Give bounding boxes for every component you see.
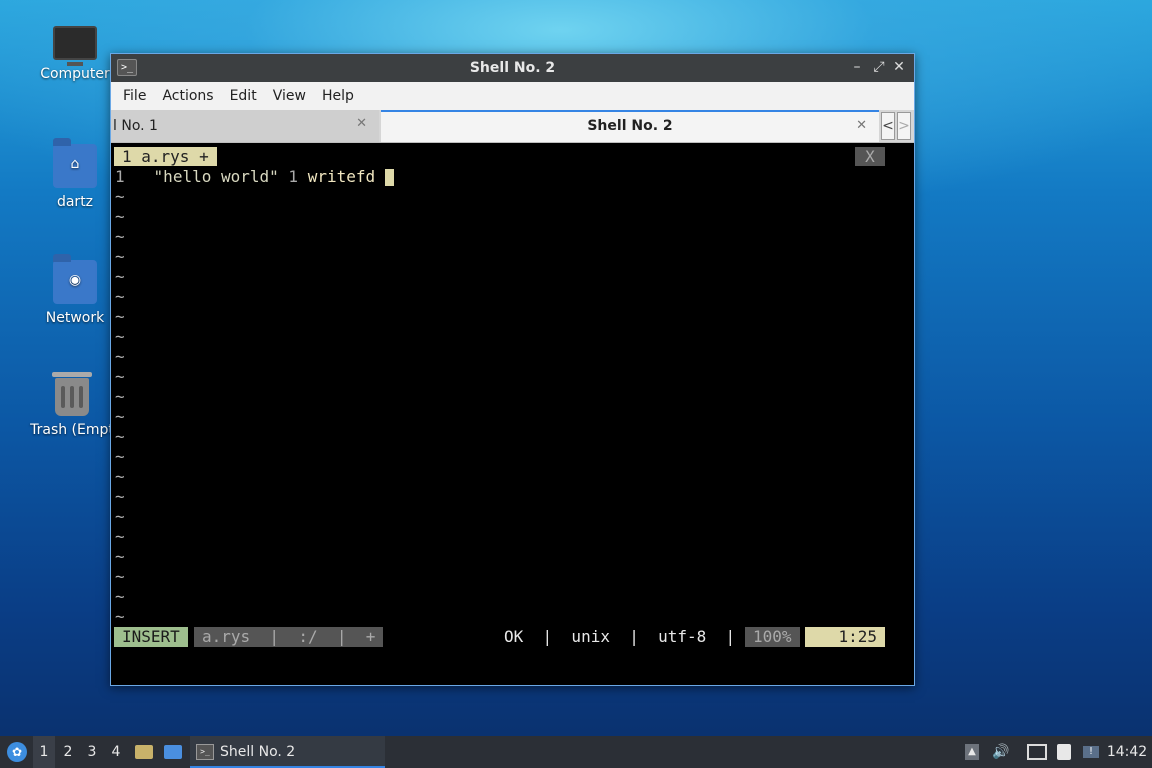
workspace-2[interactable]: 2 <box>57 736 79 768</box>
empty-line-tilde: ~ <box>115 607 125 626</box>
buffer-tabline: 1 a.rys + <box>114 147 217 166</box>
desktop-icon-label: dartz <box>56 194 94 210</box>
computer-icon <box>53 26 97 66</box>
window-title: Shell No. 2 <box>469 60 556 76</box>
empty-line-tilde: ~ <box>115 247 125 266</box>
workspace-4[interactable]: 4 <box>105 736 127 768</box>
taskbar-window-shell-2[interactable]: >_ Shell No. 2 <box>190 736 385 768</box>
terminal-icon: >_ <box>196 744 214 760</box>
volume-icon[interactable]: 🔊 <box>990 736 1012 768</box>
empty-line-tilde: ~ <box>115 407 125 426</box>
line-number: 1 <box>115 167 125 186</box>
menu-view[interactable]: View <box>265 88 314 104</box>
empty-line-tilde: ~ <box>115 207 125 226</box>
menu-file[interactable]: File <box>115 88 154 104</box>
empty-line-tilde: ~ <box>115 327 125 346</box>
empty-line-tilde: ~ <box>115 447 125 466</box>
text-cursor <box>384 169 394 186</box>
workspace-3[interactable]: 3 <box>81 736 103 768</box>
clock[interactable]: 14:42 <box>1106 736 1148 768</box>
code-line: 1 "hello world" 1 writefd <box>115 167 394 187</box>
notification-icon[interactable]: ! <box>1080 736 1102 768</box>
desktop-icon-computer[interactable]: Computer <box>30 22 120 82</box>
desktop-icon-trash[interactable]: Trash (Empt <box>24 372 120 438</box>
tab-shell-2[interactable]: Shell No. 2 ✕ <box>381 110 879 142</box>
mode-indicator: INSERT <box>114 627 188 647</box>
menu-actions[interactable]: Actions <box>154 88 221 104</box>
empty-line-tilde: ~ <box>115 287 125 306</box>
network-folder-icon: ◉ <box>53 254 97 304</box>
desktop-icon-label: Trash (Empt <box>30 422 114 438</box>
taskbar-window-label: Shell No. 2 <box>220 744 296 760</box>
close-icon[interactable]: ✕ <box>891 59 907 75</box>
empty-line-tilde: ~ <box>115 427 125 446</box>
title-bar[interactable]: >_ Shell No. 2 – ⤢ ✕ <box>111 54 914 82</box>
code-number: 1 <box>288 167 299 186</box>
empty-line-tilde: ~ <box>115 567 125 586</box>
menu-bar: File Actions Edit View Help <box>111 82 914 110</box>
tab-close-icon[interactable]: ✕ <box>856 118 867 133</box>
desktop-icon-label: Computer <box>40 66 110 82</box>
empty-line-tilde: ~ <box>115 227 125 246</box>
desktop-icon-label: Network <box>45 310 105 326</box>
minimize-icon[interactable]: – <box>849 59 865 75</box>
app-menu-icon[interactable]: ✿ <box>4 736 30 768</box>
tab-close-icon[interactable]: ✕ <box>356 116 367 131</box>
empty-line-tilde: ~ <box>115 367 125 386</box>
desktop-icon-network[interactable]: ◉ Network <box>30 254 120 326</box>
empty-line-tilde: ~ <box>115 487 125 506</box>
empty-line-tilde: ~ <box>115 527 125 546</box>
empty-line-tilde: ~ <box>115 187 125 206</box>
terminal-area[interactable]: 1 a.rys + X 1 "hello world" 1 writefd ~ ~… <box>111 143 914 685</box>
code-string: "hello world" <box>153 167 279 186</box>
empty-line-tilde: ~ <box>115 267 125 286</box>
tab-scroll-left-icon[interactable]: < <box>881 112 895 140</box>
scroll-percent: 100% <box>745 627 800 647</box>
buffer-tab[interactable]: 1 a.rys + <box>114 147 217 166</box>
network-tray-icon[interactable] <box>1026 736 1048 768</box>
tab-bar: l No. 1 ✕ Shell No. 2 ✕ < > <box>111 110 914 143</box>
terminal-window: >_ Shell No. 2 – ⤢ ✕ File Actions Edit V… <box>110 53 915 686</box>
menu-help[interactable]: Help <box>314 88 362 104</box>
empty-line-tilde: ~ <box>115 547 125 566</box>
empty-line-tilde: ~ <box>115 387 125 406</box>
cursor-position: 1:25 <box>805 627 885 647</box>
code-word: writefd <box>307 167 376 186</box>
trash-icon <box>52 372 92 416</box>
menu-edit[interactable]: Edit <box>222 88 265 104</box>
empty-line-tilde: ~ <box>115 307 125 326</box>
empty-line-tilde: ~ <box>115 587 125 606</box>
empty-line-tilde: ~ <box>115 507 125 526</box>
status-line: INSERT a.rys | :/ | + OK | unix | utf-8 … <box>114 627 886 647</box>
tray-up-arrow-icon[interactable]: ▲ <box>962 736 982 768</box>
workspace-1[interactable]: 1 <box>33 736 55 768</box>
tab-label: Shell No. 2 <box>587 118 673 134</box>
tab-label: l No. 1 <box>113 118 158 134</box>
file-manager-icon[interactable] <box>133 736 155 768</box>
buffer-close-button[interactable]: X <box>855 147 885 166</box>
home-folder-icon: ⌂ <box>53 138 97 188</box>
clipboard-icon[interactable] <box>1054 736 1074 768</box>
empty-line-tilde: ~ <box>115 467 125 486</box>
tab-shell-1[interactable]: l No. 1 ✕ <box>111 110 379 142</box>
tab-scroll-right-icon[interactable]: > <box>897 112 911 140</box>
show-desktop-icon[interactable] <box>161 736 185 768</box>
maximize-icon[interactable]: ⤢ <box>871 59 887 75</box>
file-info: a.rys | :/ | + <box>194 627 384 647</box>
taskbar: ✿ 1 2 3 4 >_ Shell No. 2 ▲ 🔊 ! 14:42 <box>0 736 1152 768</box>
empty-line-tilde: ~ <box>115 347 125 366</box>
desktop-icon-home[interactable]: ⌂ dartz <box>30 138 120 210</box>
